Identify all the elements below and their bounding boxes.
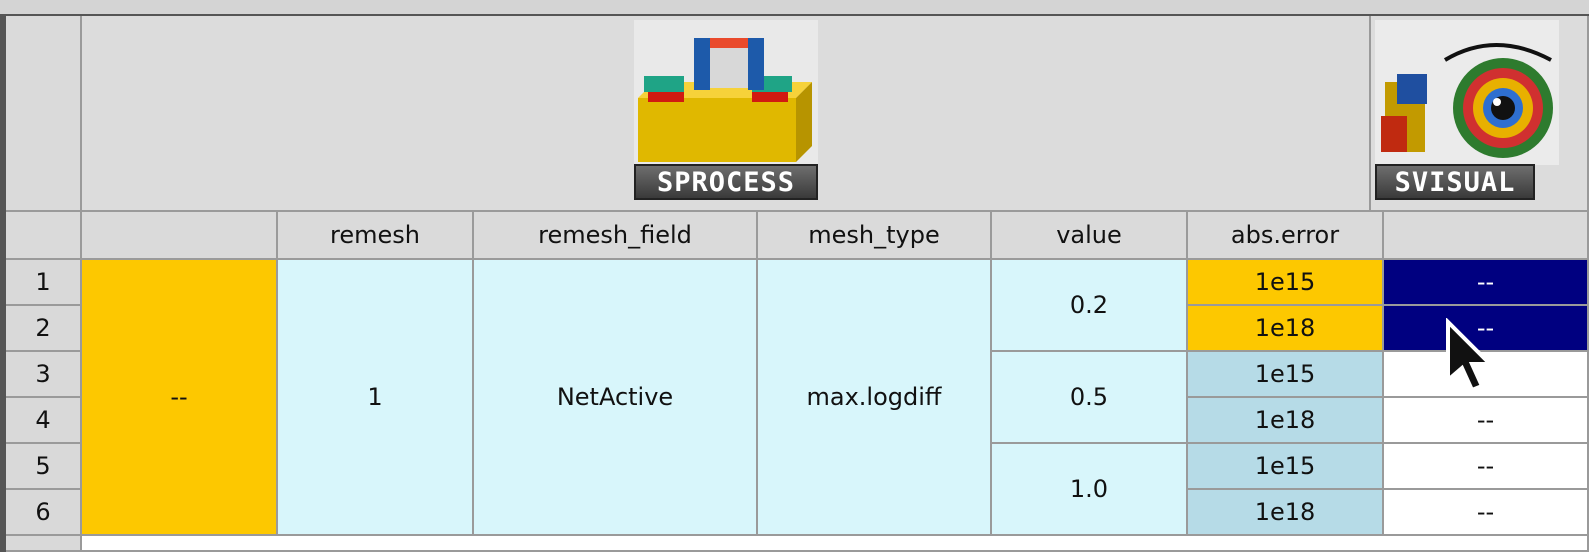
row-header-next bbox=[6, 536, 82, 552]
svisual-label: SVISUAL bbox=[1375, 164, 1535, 200]
swb-table-view: SPROCESS SVISUAL remesh remesh_field mes… bbox=[0, 0, 1589, 552]
remesh-cell[interactable]: 1 bbox=[278, 260, 474, 536]
column-header-remesh-field[interactable]: remesh_field bbox=[474, 212, 758, 260]
abs-error-cell-1[interactable]: 1e15 bbox=[1188, 260, 1384, 306]
sprocess-label: SPROCESS bbox=[634, 164, 818, 200]
first-parameter-cell[interactable]: -- bbox=[82, 260, 278, 536]
next-row-strip bbox=[82, 536, 1589, 552]
column-header-svisual[interactable] bbox=[1384, 212, 1589, 260]
column-header-index bbox=[6, 212, 82, 260]
row-header-4[interactable]: 4 bbox=[6, 398, 82, 444]
svisual-cell-6[interactable]: -- bbox=[1384, 490, 1589, 536]
mesh-type-cell[interactable]: max.logdiff bbox=[758, 260, 992, 536]
row-header-5[interactable]: 5 bbox=[6, 444, 82, 490]
abs-error-cell-4[interactable]: 1e18 bbox=[1188, 398, 1384, 444]
value-cell-1[interactable]: 0.2 bbox=[992, 260, 1188, 352]
abs-error-cell-6[interactable]: 1e18 bbox=[1188, 490, 1384, 536]
svisual-eye-icon bbox=[1375, 20, 1559, 165]
top-separator bbox=[0, 0, 1589, 16]
column-header-value[interactable]: value bbox=[992, 212, 1188, 260]
svisual-cell-4[interactable]: -- bbox=[1384, 398, 1589, 444]
row-header-1[interactable]: 1 bbox=[6, 260, 82, 306]
abs-error-cell-2[interactable]: 1e18 bbox=[1188, 306, 1384, 352]
abs-error-cell-3[interactable]: 1e15 bbox=[1188, 352, 1384, 398]
remesh-field-cell[interactable]: NetActive bbox=[474, 260, 758, 536]
column-header-mesh-type[interactable]: mesh_type bbox=[758, 212, 992, 260]
value-cell-3[interactable]: 1.0 bbox=[992, 444, 1188, 536]
sprocess-device-icon bbox=[634, 20, 818, 165]
row-header-3[interactable]: 3 bbox=[6, 352, 82, 398]
column-header-remesh[interactable]: remesh bbox=[278, 212, 474, 260]
value-cell-2[interactable]: 0.5 bbox=[992, 352, 1188, 444]
svisual-cell-1[interactable]: -- bbox=[1384, 260, 1589, 306]
svisual-cell-5[interactable]: -- bbox=[1384, 444, 1589, 490]
mouse-cursor-icon bbox=[1444, 317, 1495, 394]
tool-svisual-cell[interactable]: SVISUAL bbox=[1371, 16, 1589, 212]
column-header-0[interactable] bbox=[82, 212, 278, 260]
corner-cell bbox=[6, 16, 82, 212]
row-header-2[interactable]: 2 bbox=[6, 306, 82, 352]
row-header-6[interactable]: 6 bbox=[6, 490, 82, 536]
tool-sprocess-cell[interactable]: SPROCESS bbox=[82, 16, 1371, 212]
column-header-abs-error[interactable]: abs.error bbox=[1188, 212, 1384, 260]
abs-error-cell-5[interactable]: 1e15 bbox=[1188, 444, 1384, 490]
